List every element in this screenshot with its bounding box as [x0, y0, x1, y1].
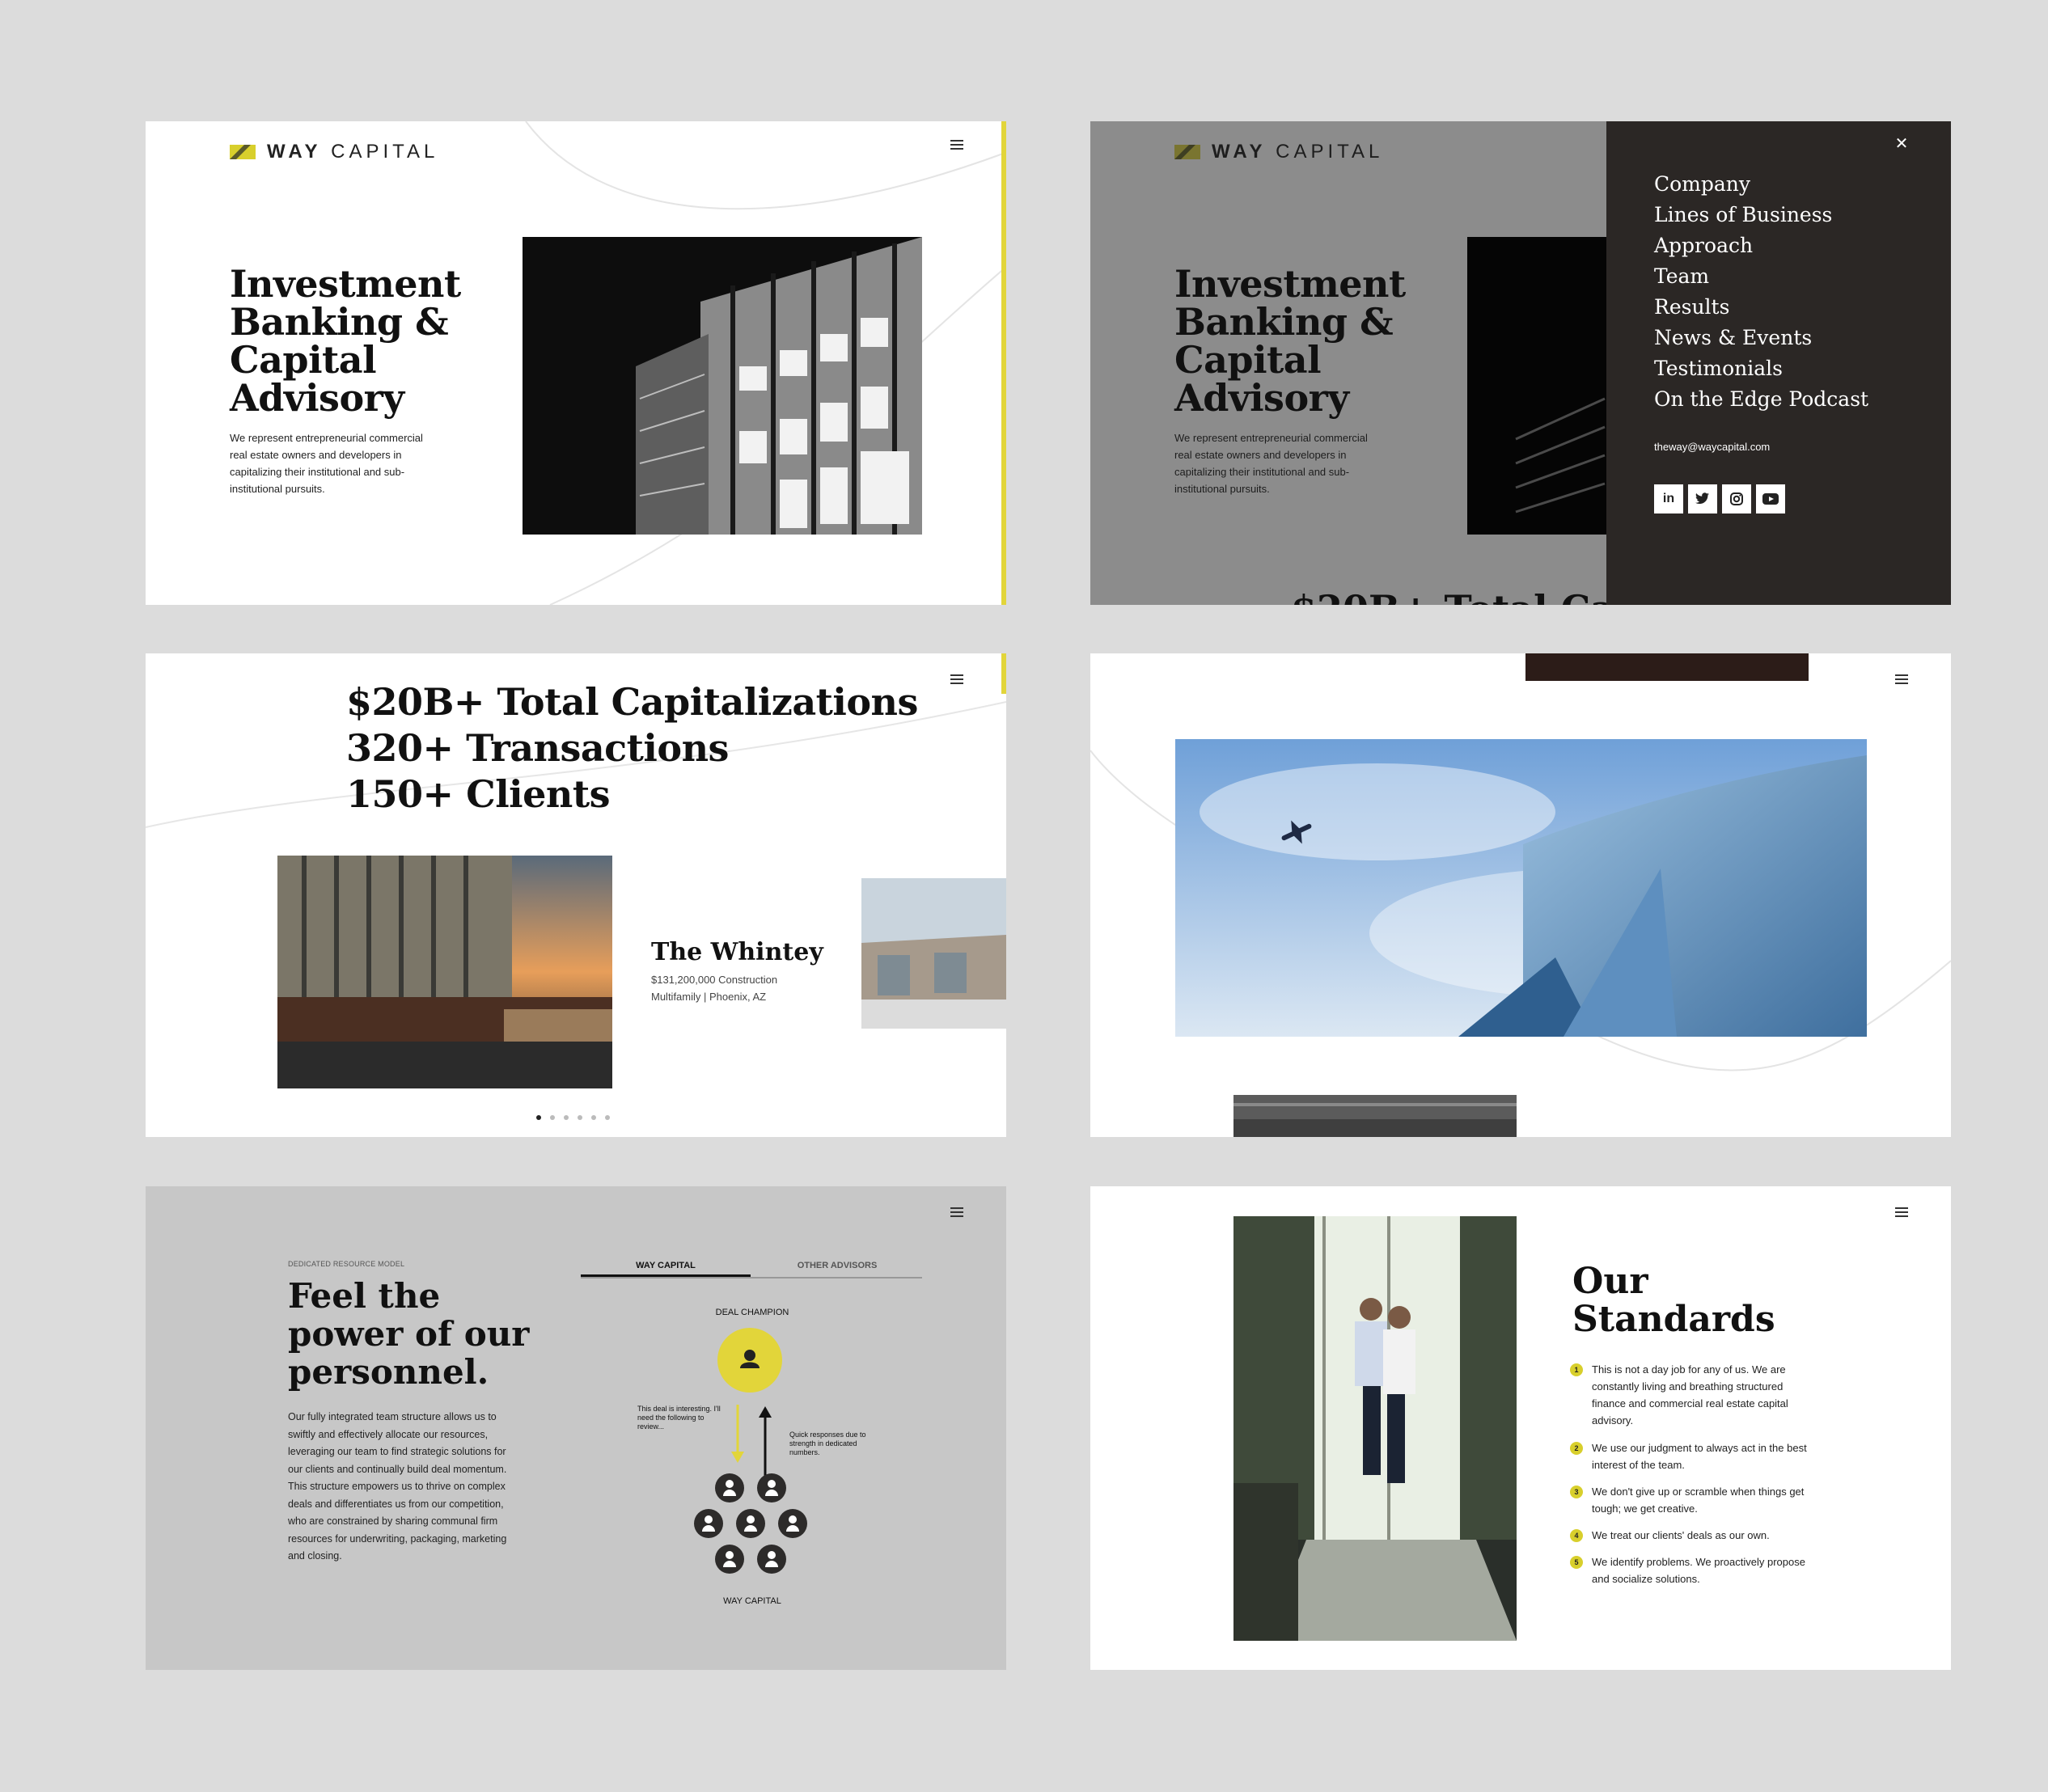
standard-item: 3 We don't give up or scramble when thing… [1570, 1483, 1814, 1517]
nav-item-team[interactable]: Team [1654, 261, 1868, 292]
project-photo-whintey[interactable] [277, 856, 612, 1088]
nav-item-news-events[interactable]: News & Events [1654, 323, 1868, 353]
tab-other-advisors[interactable]: OTHER ADVISORS [752, 1257, 922, 1270]
accent-bar [1001, 121, 1006, 605]
tab-bar: WAY CAPITAL OTHER ADVISORS [581, 1257, 922, 1278]
personnel-title: Feel the power of our personnel. [288, 1276, 530, 1392]
instagram-icon[interactable] [1722, 484, 1751, 514]
personnel-body: Our fully integrated team structure allo… [288, 1411, 507, 1562]
team-label: WAY CAPITAL [723, 1596, 781, 1606]
project-detail-value: $131,200,000 Construction [651, 974, 778, 986]
close-icon[interactable]: ✕ [1894, 136, 1910, 152]
hero-title: Investment Banking & Capital Advisory [230, 262, 461, 420]
team-member-avatar [778, 1509, 807, 1538]
standard-item: 2 We use our judgment to always act in th… [1570, 1439, 1814, 1473]
building-photo [523, 237, 922, 535]
building-photo-dimmed [1467, 237, 1613, 535]
nav-item-results[interactable]: Results [1654, 292, 1868, 323]
logo[interactable]: WAY CAPITAL [1174, 141, 1383, 163]
nav-item-company[interactable]: Company [1654, 169, 1868, 200]
panel-nav-open: WAY CAPITAL Investment Banking & Capital… [1090, 121, 1951, 605]
nav-item-approach[interactable]: Approach [1654, 230, 1868, 261]
hero-subtitle: We represent entrepreneurial commercial … [230, 432, 423, 495]
project-photo-next[interactable] [861, 878, 1006, 1029]
logo[interactable]: WAY CAPITAL [230, 141, 438, 163]
deal-champion-label: DEAL CHAMPION [715, 1308, 789, 1317]
standards-title: Our Standards [1572, 1261, 1775, 1340]
hamburger-menu-icon[interactable] [950, 140, 963, 150]
stat-transactions: 320+ Transactions [346, 726, 729, 770]
team-member-avatar [757, 1473, 786, 1502]
carousel-dot[interactable] [605, 1115, 610, 1120]
image-peek-bottom [1233, 1095, 1517, 1137]
team-member-avatar [715, 1545, 744, 1574]
logo-word-way: WAY [1212, 141, 1267, 163]
stats-list: $20B+ Total Capitalizations 320+ Transac… [346, 679, 918, 818]
logo-word-capital: CAPITAL [331, 141, 439, 163]
contact-email-link[interactable]: theway@waycapital.com [1654, 441, 1770, 453]
hero-subtitle: We represent entrepreneurial commercial … [1174, 432, 1368, 495]
project-detail-location: Multifamily | Phoenix, AZ [651, 991, 767, 1003]
number-badge: 1 [1570, 1363, 1583, 1376]
panel-personnel: DEDICATED RESOURCE MODEL Feel the power … [146, 1186, 1006, 1670]
carousel-dot[interactable] [550, 1115, 555, 1120]
panel-hero: WAY CAPITAL Investment Banking & Capital… [146, 121, 1006, 605]
youtube-icon[interactable] [1756, 484, 1785, 514]
carousel-dot[interactable] [591, 1115, 596, 1120]
hero-title: Investment Banking & Capital Advisory [1174, 262, 1406, 420]
hamburger-menu-icon[interactable] [1895, 674, 1908, 684]
team-member-avatar [757, 1545, 786, 1574]
image-peek-top [1525, 653, 1809, 681]
nav-drawer: ✕ Company Lines of Business Approach Tea… [1606, 121, 1951, 605]
number-badge: 2 [1570, 1442, 1583, 1455]
number-badge: 3 [1570, 1486, 1583, 1498]
team-photo [1233, 1216, 1517, 1641]
stat-capitalizations: $20B+ Total Capitalizations [346, 680, 918, 724]
linkedin-icon[interactable]: in [1654, 484, 1683, 514]
logo-word-capital: CAPITAL [1276, 141, 1384, 163]
hamburger-menu-icon[interactable] [950, 674, 963, 684]
number-badge: 5 [1570, 1556, 1583, 1569]
number-badge: 4 [1570, 1529, 1583, 1542]
logo-mark-icon [1174, 145, 1200, 159]
social-links: in [1654, 484, 1790, 514]
hamburger-menu-icon[interactable] [1895, 1207, 1908, 1217]
twitter-icon[interactable] [1688, 484, 1717, 514]
logo-word-way: WAY [267, 141, 322, 163]
panel-stats: $20B+ Total Capitalizations 320+ Transac… [146, 653, 1006, 1137]
nav-item-testimonials[interactable]: Testimonials [1654, 353, 1868, 384]
note-request: This deal is interesting. I'll need the … [637, 1405, 721, 1431]
accent-bar [1001, 653, 1006, 694]
standard-item: 5 We identify problems. We proactively pr… [1570, 1553, 1814, 1587]
stat-clients: 150+ Clients [346, 772, 610, 816]
team-member-avatar [694, 1509, 723, 1538]
person-icon [740, 1350, 760, 1368]
deal-champion-avatar [717, 1328, 782, 1393]
logo-mark-icon [230, 145, 256, 159]
standard-item: 1 This is not a day job for any of us. We… [1570, 1361, 1814, 1429]
carousel-dot[interactable] [578, 1115, 582, 1120]
architecture-sky-photo [1175, 739, 1867, 1037]
section-eyebrow: DEDICATED RESOURCE MODEL [288, 1260, 405, 1268]
team-member-avatar [736, 1509, 765, 1538]
note-response: Quick responses due to strength in dedic… [789, 1431, 866, 1456]
carousel-dot[interactable] [536, 1115, 541, 1120]
panel-standards: Our Standards 1 This is not a day job for… [1090, 1186, 1951, 1670]
carousel-dot[interactable] [564, 1115, 569, 1120]
nav-item-podcast[interactable]: On the Edge Podcast [1654, 384, 1868, 415]
flow-arrows [731, 1405, 772, 1476]
nav-list: Company Lines of Business Approach Team … [1654, 169, 1868, 415]
hamburger-menu-icon[interactable] [950, 1207, 963, 1217]
team-member-avatar [715, 1473, 744, 1502]
standard-item: 4 We treat our clients' deals as our own. [1570, 1527, 1814, 1544]
project-name: The Whintey [651, 938, 823, 966]
tab-way-capital[interactable]: WAY CAPITAL [581, 1257, 751, 1277]
panel-feature-image [1090, 653, 1951, 1137]
nav-item-lines-of-business[interactable]: Lines of Business [1654, 200, 1868, 230]
